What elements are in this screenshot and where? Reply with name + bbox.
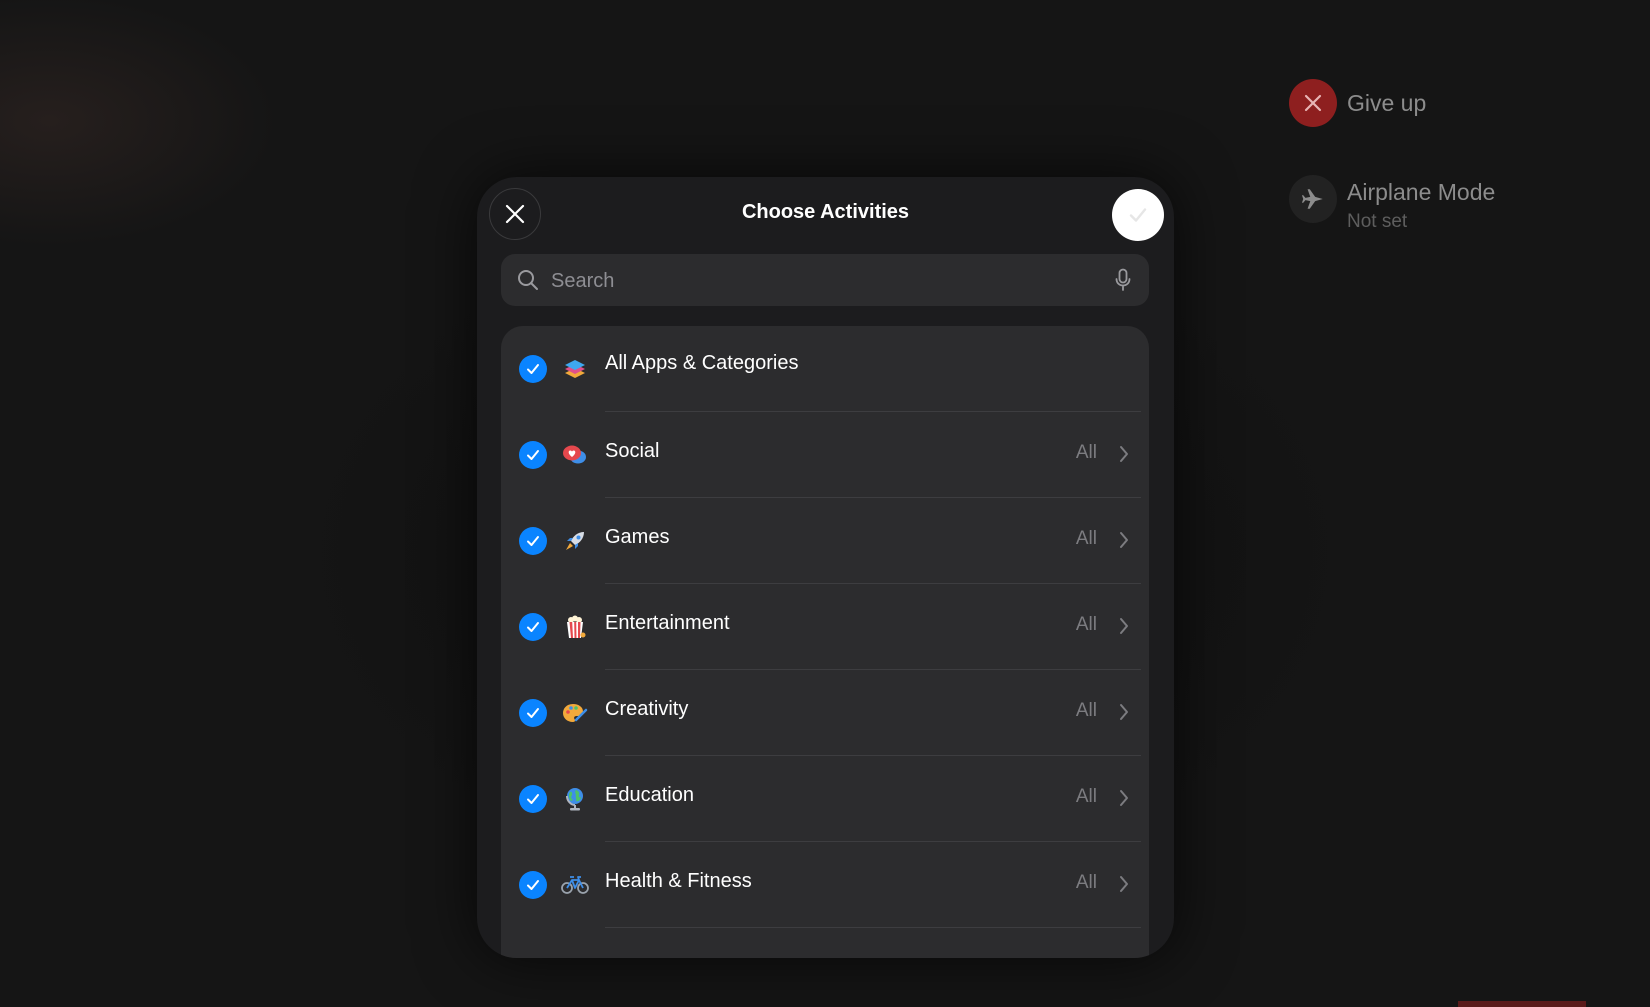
bottom-red-bar (1458, 1001, 1586, 1007)
category-row-social[interactable]: Social All (501, 412, 1149, 498)
row-label: Creativity (605, 698, 689, 720)
search-icon (518, 270, 538, 290)
row-value: All (1075, 442, 1097, 463)
category-list: All Apps & Categories Social All Games A… (501, 326, 1149, 958)
row-label: Entertainment (605, 612, 730, 634)
chevron-right-icon (1120, 790, 1128, 806)
checkmark-circle-icon[interactable] (519, 527, 547, 555)
modal-title: Choose Activities (741, 201, 910, 223)
chevron-right-icon (1120, 704, 1128, 720)
palette-icon (561, 699, 589, 727)
chevron-right-icon (1120, 446, 1128, 462)
checkmark-circle-icon[interactable] (519, 871, 547, 899)
search-bar[interactable] (501, 254, 1149, 308)
checkmark-circle-icon[interactable] (519, 699, 547, 727)
chevron-right-icon (1120, 532, 1128, 548)
category-row-creativity[interactable]: Creativity All (501, 670, 1149, 756)
checkmark-circle-icon[interactable] (519, 785, 547, 813)
checkmark-circle-icon[interactable] (519, 613, 547, 641)
airplane-icon (1289, 175, 1337, 223)
chat-heart-icon (561, 441, 589, 469)
microphone-icon[interactable] (1115, 268, 1131, 292)
popcorn-icon (561, 613, 589, 641)
row-label: Education (605, 784, 694, 806)
airplane-mode-label: Airplane Mode (1347, 179, 1496, 205)
x-icon (1289, 79, 1337, 127)
row-value: All (1075, 786, 1097, 807)
category-row-health-fitness[interactable]: Health & Fitness All (501, 842, 1149, 928)
give-up-label: Give up (1347, 90, 1427, 116)
row-value: All (1075, 614, 1097, 635)
category-row-education[interactable]: Education All (501, 756, 1149, 842)
row-value: All (1075, 528, 1097, 549)
row-label: Social (605, 440, 660, 462)
airplane-mode-status: Not set (1347, 211, 1408, 232)
airplane-mode-button[interactable]: Airplane Mode Not set (1289, 175, 1495, 233)
bicycle-icon (561, 871, 589, 899)
give-up-button[interactable]: Give up (1289, 79, 1426, 127)
checkmark-circle-icon[interactable] (519, 441, 547, 469)
checkmark-icon (1129, 208, 1147, 222)
search-input[interactable] (549, 254, 1093, 308)
row-value: All (1075, 872, 1097, 893)
stacked-layers-icon (561, 355, 589, 383)
checkmark-circle-icon[interactable] (519, 355, 547, 383)
chevron-right-icon (1120, 618, 1128, 634)
globe-icon (561, 785, 589, 813)
rocket-icon (561, 527, 589, 555)
row-label: All Apps & Categories (605, 352, 799, 374)
done-button[interactable] (1112, 189, 1164, 241)
category-row-games[interactable]: Games All (501, 498, 1149, 584)
choose-activities-modal: Choose Activities All Apps & Categories … (477, 177, 1174, 958)
row-label: Health & Fitness (605, 870, 752, 892)
category-row-all-apps[interactable]: All Apps & Categories (501, 326, 1149, 412)
row-value: All (1075, 700, 1097, 721)
chevron-right-icon (1120, 876, 1128, 892)
row-label: Games (605, 526, 670, 548)
category-row-entertainment[interactable]: Entertainment All (501, 584, 1149, 670)
